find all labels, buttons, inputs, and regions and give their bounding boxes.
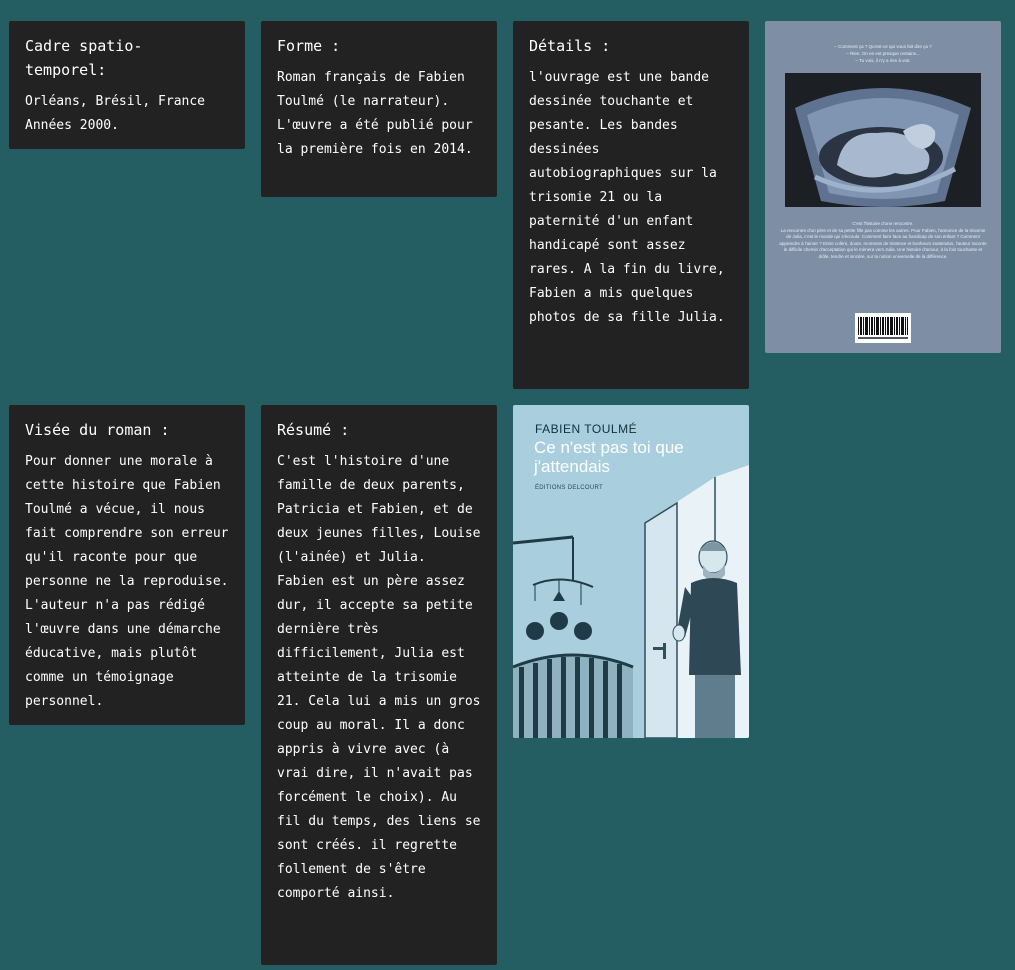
card-forme-body: Roman français de Fabien Toulmé (le narr… <box>277 70 473 157</box>
card-cadre-body: Orléans, Brésil, France Années 2000. <box>25 94 206 133</box>
father-at-door-illustration <box>513 465 749 738</box>
front-cover-image: FABIEN TOULMÉ Ce n'est pas toi que j'att… <box>513 405 749 738</box>
card-visee-title: Visée du roman : <box>25 421 170 439</box>
back-cover-image: – Comment ça ? Qu'est-ce qui vous fait d… <box>765 21 1001 353</box>
card-cadre: Cadre spatio- temporel: Orléans, Brésil,… <box>9 21 245 149</box>
card-visee-body: Pour donner une morale à cette histoire … <box>25 454 229 709</box>
card-forme-title: Forme : <box>277 37 341 55</box>
back-cover-quote: – Comment ça ? Qu'est-ce qui vous fait d… <box>834 44 932 63</box>
card-resume-body: C'est l'histoire d'une famille de deux p… <box>277 454 481 901</box>
card-details-body: l'ouvrage est une bande dessinée touchan… <box>529 70 725 325</box>
card-details-title: Détails : <box>529 37 611 55</box>
card-cadre-title: Cadre spatio- temporel: <box>25 37 143 79</box>
back-cover-summary: C'est l'histoire d'une rencontre. La ren… <box>779 221 987 259</box>
barcode-icon <box>855 313 911 343</box>
ultrasound-image-icon <box>785 73 981 207</box>
card-visee: Visée du roman : Pour donner une morale … <box>9 405 245 725</box>
card-resume-title: Résumé : <box>277 421 350 439</box>
card-resume: Résumé : C'est l'histoire d'une famille … <box>261 405 497 965</box>
card-forme: Forme : Roman français de Fabien Toulmé … <box>261 21 497 197</box>
card-details: Détails : l'ouvrage est une bande dessin… <box>513 21 749 389</box>
